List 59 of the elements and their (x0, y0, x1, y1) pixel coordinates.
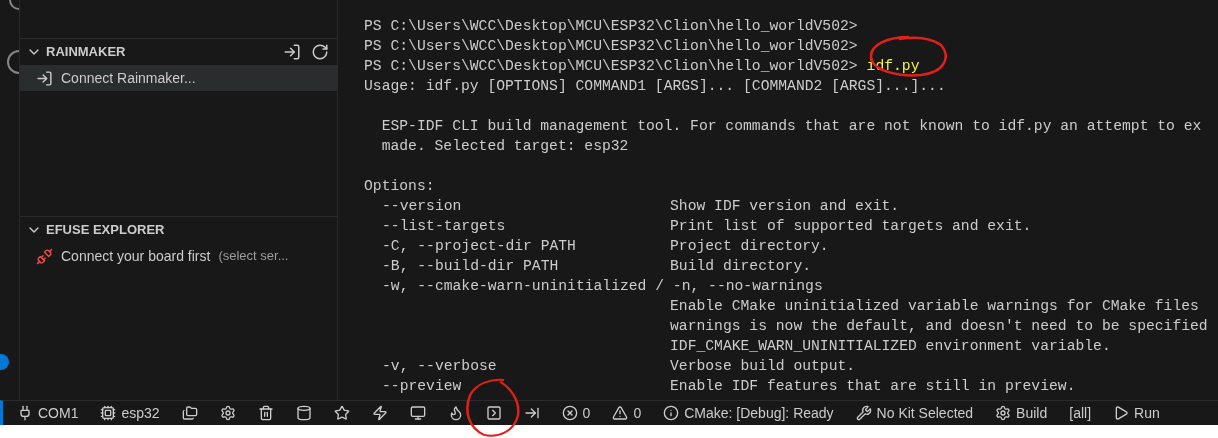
refresh-icon[interactable] (311, 43, 329, 61)
error-icon (561, 405, 578, 421)
status-item[interactable]: Build (984, 401, 1059, 425)
terminal-line: Options: (364, 177, 435, 196)
login-icon[interactable] (283, 43, 301, 61)
plug-icon (17, 405, 33, 421)
option-name: -C, --project-dir PATH (382, 238, 576, 254)
play-icon (1113, 405, 1130, 421)
info-icon (663, 405, 680, 421)
section-title[interactable]: RAINMAKER (46, 42, 126, 62)
status-item[interactable]: [all] (1058, 401, 1103, 425)
section-title[interactable]: EFUSE EXPLORER (46, 220, 165, 240)
cylinder-icon (295, 405, 312, 421)
option-description: Print list of supported targets and exit. (670, 217, 1032, 236)
option-description: Enable IDF features that are still in preview. (670, 377, 1076, 396)
option-name: -w, --cmake-warn-uninitialized / -n, --no-warnings (382, 278, 823, 294)
monitor-icon (409, 405, 426, 421)
status-item[interactable]: 0 (550, 401, 602, 425)
settings-icon (219, 405, 236, 421)
settings-icon (995, 405, 1012, 421)
item-hint: (select ser... (218, 247, 289, 266)
terminal-icon (485, 405, 502, 421)
option-name: --version (382, 198, 462, 214)
terminal-line: ESP-IDF CLI build management tool. For commands that are not known to idf.py an attempt to ex (380, 117, 1202, 136)
terminal-line: PS C:\Users\WCC\Desktop\MCU\ESP32\Clion\hello_worldV502> (364, 17, 858, 36)
option-name: -B, --build-dir PATH (382, 258, 559, 274)
item-label: Connect your board first (61, 246, 211, 266)
tree-item[interactable]: Connect your board first (select ser... (20, 243, 337, 269)
status-item[interactable]: esp32 (89, 401, 171, 425)
plug-icon (36, 247, 53, 265)
item-label: Connect Rainmaker... (61, 68, 196, 88)
option-name: --list-targets (382, 218, 506, 234)
status-item[interactable]: CMake: [Debug]: Ready (652, 401, 845, 425)
star-icon (333, 405, 350, 421)
option-description: warnings is now the default, and doesn't need to be specified (670, 317, 1208, 336)
option-description: Enable CMake uninitialized variable warnings for CMake files (670, 297, 1199, 316)
status-item[interactable]: No Kit Selected (844, 401, 985, 425)
tools-icon (855, 405, 872, 421)
warning-icon (612, 405, 629, 421)
tree-item[interactable]: Connect Rainmaker... (20, 65, 337, 91)
option-description: Build directory. (670, 257, 812, 276)
terminal-line: PS C:\Users\WCC\Desktop\MCU\ESP32\Clion\hello_worldV502> (364, 37, 858, 56)
option-description: Verbose build output. (670, 357, 856, 376)
status-item[interactable]: Run (1102, 401, 1171, 425)
option-description: Show IDF version and exit. (670, 197, 900, 216)
option-name: -v, --verbose (382, 358, 497, 374)
chip-icon (100, 405, 117, 421)
lightning-icon (371, 405, 388, 421)
terminal-line: PS C:\Users\WCC\Desktop\MCU\ESP32\Clion\hello_worldV502> (364, 57, 858, 76)
terminal-line: Usage: idf.py [OPTIONS] COMMAND1 [ARGS]... [COMMAND2 [ARGS]...]... (364, 77, 946, 96)
option-description: Project directory. (670, 237, 829, 256)
terminal-line: made. Selected target: esp32 (380, 137, 629, 156)
option-name: --preview (382, 378, 462, 394)
login-icon (36, 69, 53, 87)
folder-icon (181, 405, 198, 421)
status-item[interactable]: 0 (601, 401, 653, 425)
trash-icon (257, 405, 274, 421)
status-item[interactable]: COM1 (6, 401, 90, 425)
option-description: IDF_CMAKE_WARN_UNINITIALIZED environment variable. (670, 337, 1111, 356)
